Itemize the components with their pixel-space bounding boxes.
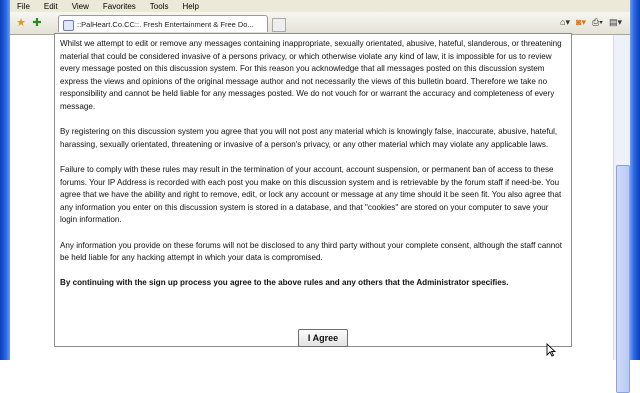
- menu-file[interactable]: File: [10, 2, 37, 11]
- menu-bar: File Edit View Favorites Tools Help: [10, 0, 630, 12]
- tab-bar: ★ ✚ ::PalHeart.Co.CC::. Fresh Entertainm…: [10, 12, 630, 35]
- window-frame-left: [0, 0, 10, 360]
- mouse-cursor-icon: [546, 343, 556, 357]
- favorites-star-icon[interactable]: ★: [14, 16, 28, 30]
- menu-favorites[interactable]: Favorites: [96, 2, 143, 11]
- command-bar: ⌂▾ ◙▾ ⎙▾ ▤▾: [560, 17, 622, 28]
- rules-paragraph-3: Failure to comply with these rules may r…: [60, 164, 562, 225]
- page-content: Whilst we attempt to edit or remove any …: [10, 33, 614, 360]
- add-favorite-icon[interactable]: ✚: [30, 16, 44, 30]
- home-icon[interactable]: ⌂▾: [560, 17, 570, 28]
- vertical-scrollbar[interactable]: [613, 35, 630, 393]
- scrollbar-thumb[interactable]: [616, 165, 630, 393]
- page-menu-icon[interactable]: ▤▾: [609, 17, 622, 28]
- page-icon: [63, 20, 74, 31]
- rss-icon[interactable]: ◙▾: [576, 17, 586, 28]
- tab-title: ::PalHeart.Co.CC::. Fresh Entertainment …: [77, 20, 254, 29]
- rules-paragraph-4: Any information you provide on these for…: [60, 240, 562, 263]
- window-frame-right: [630, 0, 640, 360]
- rules-paragraph-2: By registering on this discussion system…: [60, 127, 558, 149]
- menu-help[interactable]: Help: [175, 2, 205, 11]
- print-icon[interactable]: ⎙▾: [592, 17, 603, 28]
- rules-paragraph-1: Whilst we attempt to edit or remove any …: [60, 39, 562, 111]
- rules-agreement-statement: By continuing with the sign up process y…: [60, 278, 509, 288]
- forum-rules-box: Whilst we attempt to edit or remove any …: [54, 33, 572, 347]
- tab-current[interactable]: ::PalHeart.Co.CC::. Fresh Entertainment …: [58, 15, 268, 32]
- menu-view[interactable]: View: [65, 2, 96, 11]
- menu-tools[interactable]: Tools: [143, 2, 176, 11]
- i-agree-button[interactable]: I Agree: [298, 329, 348, 347]
- menu-edit[interactable]: Edit: [37, 2, 65, 11]
- new-tab-button[interactable]: [272, 18, 286, 32]
